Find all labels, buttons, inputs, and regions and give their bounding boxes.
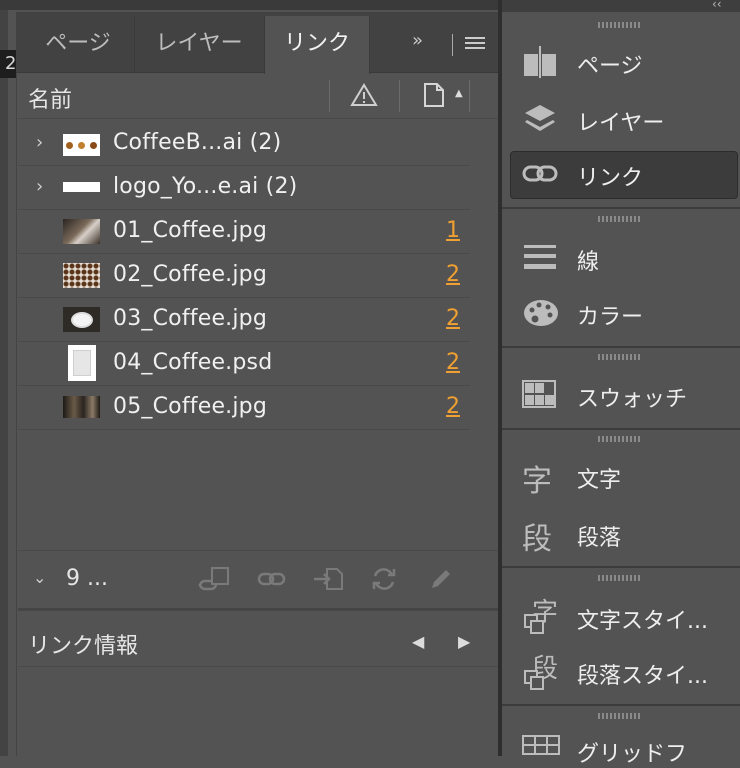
column-header-name[interactable]: 名前 [28, 82, 72, 114]
warning-icon[interactable] [350, 83, 378, 111]
canvas-edge [0, 0, 8, 756]
layers-icon [522, 101, 558, 141]
character-styles-icon: 字 [522, 592, 562, 634]
dock-item-layers[interactable]: レイヤー [577, 105, 664, 137]
chevron-right-icon[interactable]: › [36, 132, 43, 153]
page-number-link[interactable]: 2 [446, 262, 460, 287]
dock-group-divider [502, 207, 740, 209]
link-icon [522, 158, 558, 194]
update-link-icon[interactable] [370, 566, 398, 596]
relink-from-library-icon[interactable] [196, 566, 232, 596]
group-grip[interactable] [598, 354, 642, 360]
dock-item-pages[interactable]: ページ [577, 48, 643, 80]
thumbnail-white-bar [63, 182, 100, 192]
dock-item-color[interactable]: カラー [577, 299, 643, 331]
tab-links[interactable]: リンク [264, 16, 370, 74]
group-grip[interactable] [598, 575, 642, 581]
dock-item-character[interactable]: 文字 [577, 462, 621, 494]
chevron-right-icon[interactable]: › [36, 176, 43, 197]
canvas-top-bar [0, 0, 500, 10]
edit-original-icon[interactable] [428, 566, 454, 596]
divider [18, 608, 498, 611]
page-icon[interactable] [423, 82, 445, 112]
group-grip[interactable] [598, 22, 642, 28]
divider [18, 550, 498, 551]
selection-count: 9 ... [66, 566, 108, 591]
sort-up-icon[interactable]: ▲ [455, 88, 463, 99]
grid-format-icon [522, 734, 560, 760]
link-file-name: 03_Coffee.jpg [113, 306, 268, 331]
color-palette-icon [522, 296, 560, 334]
paragraph-styles-icon: 段 [522, 648, 562, 690]
link-info-title[interactable]: リンク情報 [28, 628, 138, 660]
thumbnail-bag-photo [68, 345, 96, 381]
collapse-dock-icon[interactable]: ‹‹ [712, 0, 722, 11]
link-file-name: 05_Coffee.jpg [113, 394, 268, 419]
dock-item-grid-format[interactable]: グリッドフ [577, 736, 687, 768]
divider [18, 666, 498, 667]
thumbnail-beans-strip [63, 134, 100, 156]
group-grip[interactable] [598, 436, 642, 442]
panel-menu-hamburger-icon[interactable] [465, 37, 485, 52]
link-file-name: 04_Coffee.psd [113, 350, 273, 375]
page-number-link[interactable]: 2 [446, 306, 460, 331]
dock-group-divider [502, 346, 740, 348]
dock-item-stroke[interactable]: 線 [577, 244, 599, 276]
go-to-link-icon[interactable] [311, 566, 345, 596]
dock-header [502, 0, 740, 12]
next-arrow-icon[interactable]: ▶ [458, 632, 470, 651]
ruler-number: 2 [5, 53, 17, 74]
dock-group-divider [502, 704, 740, 706]
pages-icon [522, 44, 558, 84]
thumbnail-beans-photo [63, 263, 100, 288]
chevron-down-icon[interactable]: ⌄ [33, 568, 46, 587]
tab-pages[interactable]: ページ [22, 16, 135, 72]
page-number-link[interactable]: 2 [446, 394, 460, 419]
thumbnail-cup-photo [63, 307, 100, 332]
tab-overflow-button[interactable]: » [412, 30, 423, 51]
character-icon: 字 [522, 464, 552, 499]
header-divider [469, 80, 470, 112]
header-divider [399, 80, 400, 112]
page-number-link[interactable]: 2 [446, 350, 460, 375]
tab-layers[interactable]: レイヤー [134, 16, 265, 72]
header-bottom-line [18, 118, 498, 119]
relink-icon[interactable] [257, 566, 287, 596]
swatches-icon [522, 380, 556, 412]
paragraph-icon: 段 [522, 522, 552, 557]
header-divider [329, 80, 330, 112]
link-file-name: CoffeeB...ai (2) [113, 130, 282, 155]
dock-item-swatches[interactable]: スウォッチ [577, 381, 687, 413]
tab-bar-divider [452, 34, 453, 56]
dock-group-divider [502, 566, 740, 568]
link-file-name: 02_Coffee.jpg [113, 262, 268, 287]
dock-item-character-styles[interactable]: 文字スタイ... [577, 603, 708, 635]
previous-arrow-icon[interactable]: ◀ [412, 632, 424, 651]
dock-item-links[interactable]: リンク [577, 160, 643, 192]
page-number-link[interactable]: 1 [446, 218, 460, 243]
dock-item-paragraph-styles[interactable]: 段落スタイ... [577, 658, 708, 690]
thumbnail-wide-photo [63, 396, 100, 418]
link-file-name: logo_Yo...e.ai (2) [113, 174, 298, 199]
stroke-icon [522, 242, 558, 276]
thumbnail-dark-photo [63, 219, 100, 244]
link-file-name: 01_Coffee.jpg [113, 218, 268, 243]
dock-item-paragraph[interactable]: 段落 [577, 520, 621, 552]
group-grip[interactable] [598, 216, 642, 222]
group-grip[interactable] [598, 713, 642, 719]
dock-group-divider [502, 428, 740, 430]
